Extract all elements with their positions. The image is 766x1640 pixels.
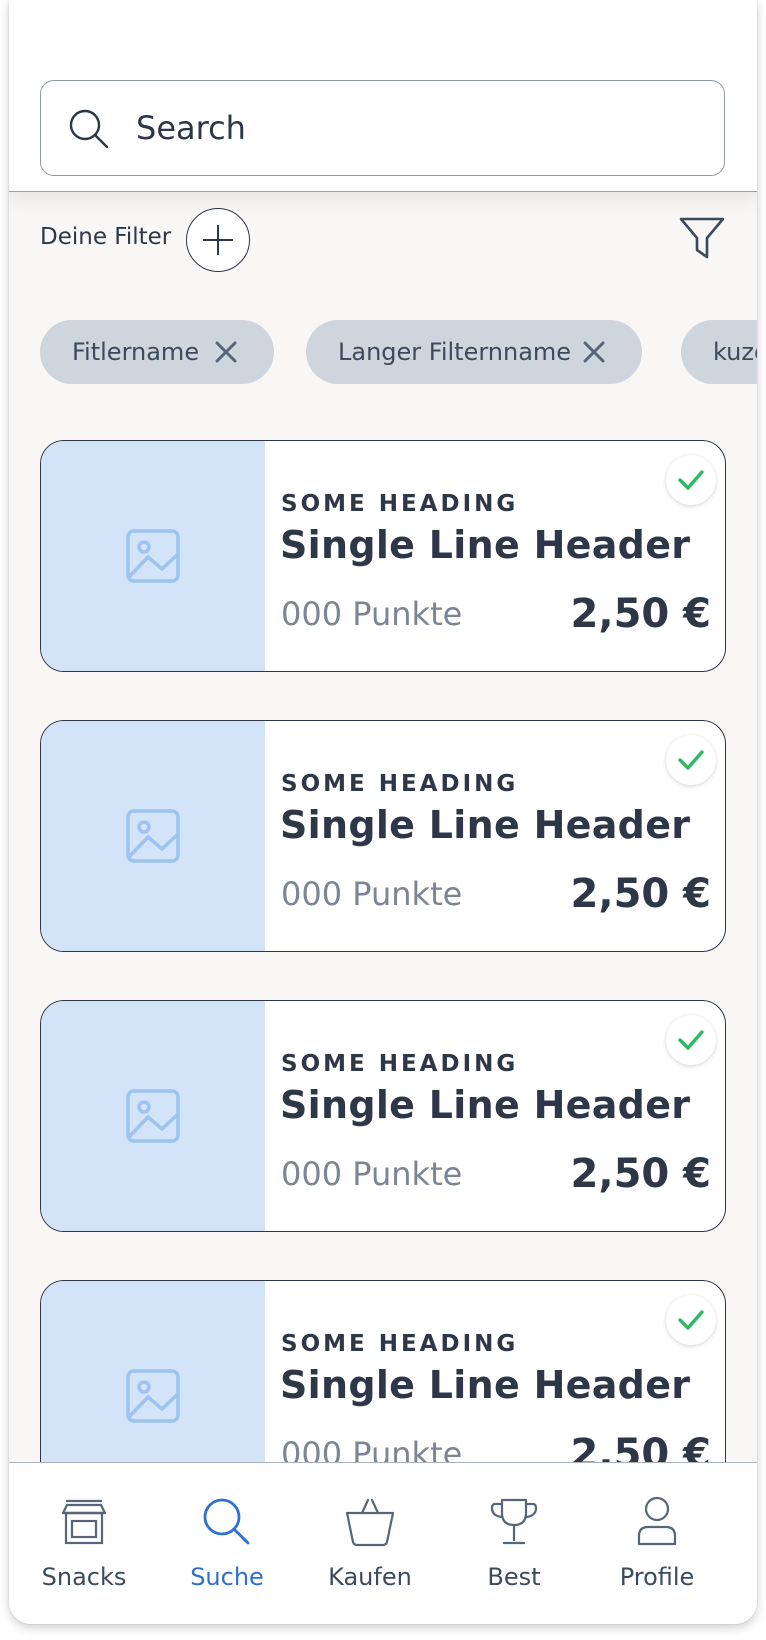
add-filter-button[interactable] [186, 208, 250, 272]
nav-label: Suche [190, 1563, 264, 1591]
check-icon [678, 1310, 704, 1330]
nav-tab-profile[interactable]: Profile [582, 1463, 732, 1624]
search-bar[interactable] [40, 80, 725, 176]
product-title: Single Line Header [280, 803, 691, 847]
selected-badge[interactable] [666, 455, 716, 505]
user-icon [637, 1496, 677, 1546]
filter-funnel-icon[interactable] [677, 214, 727, 262]
nav-label: Kaufen [328, 1563, 412, 1591]
plus-icon [203, 225, 233, 255]
product-thumbnail [41, 721, 265, 951]
nav-label: Profile [619, 1563, 695, 1591]
image-placeholder-icon [126, 529, 180, 583]
check-icon [678, 750, 704, 770]
bottom-nav: Snacks Suche Kaufen Best Profile [9, 1462, 757, 1624]
product-eyebrow: SOME HEADING [281, 491, 519, 517]
chip-label: Fitlername [72, 338, 200, 366]
product-points: 000 Punkte [281, 595, 463, 633]
search-icon [69, 109, 109, 149]
nav-tab-snacks[interactable]: Snacks [9, 1463, 159, 1624]
product-title: Single Line Header [280, 1363, 691, 1407]
nav-tab-kaufen[interactable]: Kaufen [295, 1463, 445, 1624]
chip-label: kuzer [713, 338, 757, 366]
check-icon [678, 1030, 704, 1050]
shop-icon [61, 1499, 107, 1545]
product-title: Single Line Header [280, 523, 691, 567]
product-points: 000 Punkte [281, 875, 463, 913]
product-eyebrow: SOME HEADING [281, 1331, 519, 1357]
product-title: Single Line Header [280, 1083, 691, 1127]
product-eyebrow: SOME HEADING [281, 1051, 519, 1077]
product-thumbnail [41, 441, 265, 671]
image-placeholder-icon [126, 809, 180, 863]
image-placeholder-icon [126, 1089, 180, 1143]
search-input[interactable] [136, 103, 696, 153]
filter-chip[interactable]: kuzer [681, 320, 757, 384]
nav-label: Snacks [41, 1563, 127, 1591]
selected-badge[interactable] [666, 1015, 716, 1065]
filter-chip[interactable]: Langer Filternname [306, 320, 642, 384]
app-screen: Deine Filter Fitlername Langer Filternna… [9, 0, 757, 1624]
product-price: 2,50 € [570, 871, 711, 917]
close-icon[interactable] [580, 338, 608, 366]
product-card[interactable]: SOME HEADING Single Line Header 000 Punk… [40, 440, 726, 672]
check-icon [678, 470, 704, 490]
product-price: 2,50 € [570, 1151, 711, 1197]
product-price: 2,50 € [570, 591, 711, 637]
chip-label: Langer Filternname [338, 338, 572, 366]
trophy-icon [490, 1498, 538, 1545]
nav-label: Best [487, 1563, 541, 1591]
product-card[interactable]: SOME HEADING Single Line Header 000 Punk… [40, 1000, 726, 1232]
product-eyebrow: SOME HEADING [281, 771, 519, 797]
header [9, 0, 757, 192]
product-thumbnail [41, 1001, 265, 1231]
selected-badge[interactable] [666, 735, 716, 785]
search-icon [203, 1498, 250, 1545]
filter-label: Deine Filter [40, 224, 172, 250]
close-icon[interactable] [212, 338, 240, 366]
image-placeholder-icon [126, 1369, 180, 1423]
nav-tab-best[interactable]: Best [439, 1463, 589, 1624]
product-points: 000 Punkte [281, 1155, 463, 1193]
basket-icon [345, 1498, 395, 1547]
product-card[interactable]: SOME HEADING Single Line Header 000 Punk… [40, 720, 726, 952]
filter-chip[interactable]: Fitlername [40, 320, 274, 384]
selected-badge[interactable] [666, 1295, 716, 1345]
nav-tab-suche[interactable]: Suche [152, 1463, 302, 1624]
